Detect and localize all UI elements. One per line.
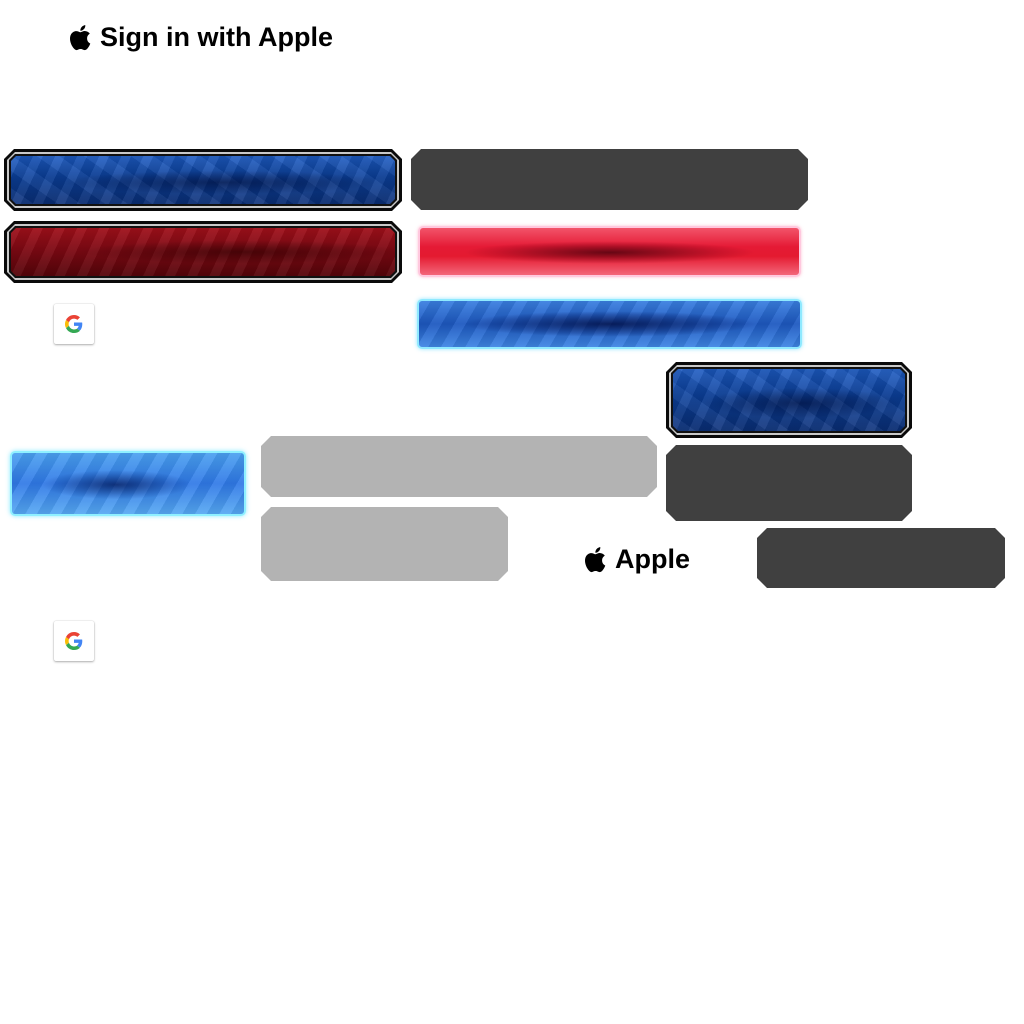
framed-red-button[interactable]: [4, 221, 402, 283]
apple-logo-icon: [585, 546, 606, 572]
gray-plate-button-wide[interactable]: [261, 436, 657, 497]
glowing-light-blue-button[interactable]: [10, 451, 246, 516]
dark-plate-button-small[interactable]: [666, 445, 912, 521]
glowing-red-button[interactable]: [418, 226, 801, 277]
glowing-blue-button[interactable]: [417, 299, 802, 349]
dark-plate-button-right[interactable]: [757, 528, 1005, 588]
sign-in-with-apple-label: Sign in with Apple: [100, 21, 333, 52]
apple-signin-short-button[interactable]: Apple: [583, 540, 690, 578]
dark-plate-button-wide[interactable]: [411, 149, 808, 210]
framed-blue-button-small[interactable]: [666, 362, 912, 438]
gray-plate-button-small[interactable]: [261, 507, 508, 581]
sign-in-with-apple-button[interactable]: Sign in with Apple: [68, 18, 333, 56]
google-g-icon: [65, 315, 83, 333]
apple-logo-icon: [70, 24, 91, 50]
google-signin-button[interactable]: [54, 304, 94, 344]
google-g-icon: [65, 632, 83, 650]
framed-blue-button[interactable]: [4, 149, 402, 211]
google-signin-button-2[interactable]: [54, 621, 94, 661]
apple-short-label: Apple: [615, 543, 691, 574]
